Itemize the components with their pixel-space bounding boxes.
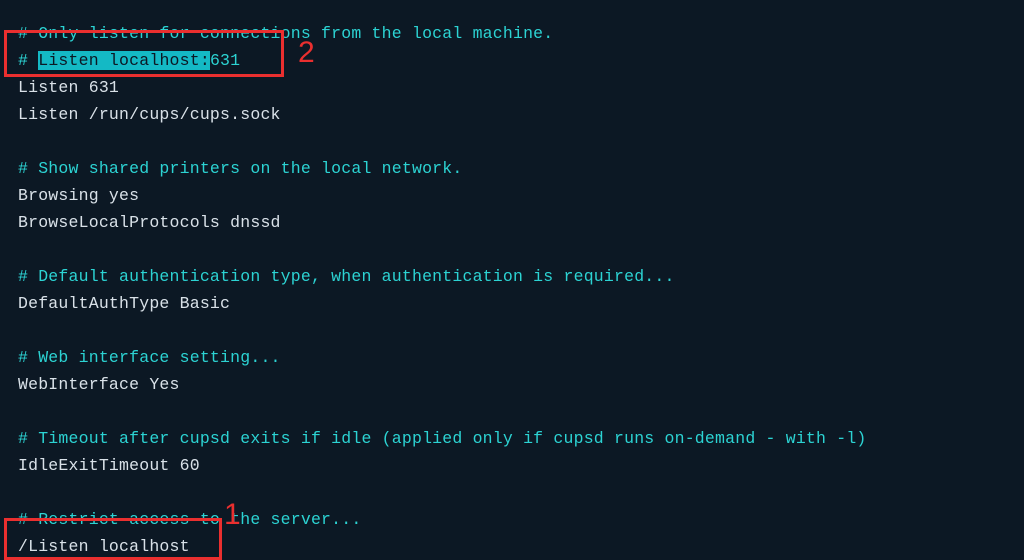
code-line-blank[interactable] [18, 236, 1006, 263]
config-directive: Listen /run/cups/cups.sock [18, 105, 281, 124]
code-line-blank[interactable] [18, 317, 1006, 344]
code-line[interactable]: # Default authentication type, when auth… [18, 263, 1006, 290]
code-line[interactable]: Listen 631 [18, 74, 1006, 101]
config-comment: # Restrict access to the server... [18, 510, 361, 529]
search-text: /Listen localhost [18, 537, 190, 556]
code-line[interactable]: Browsing yes [18, 182, 1006, 209]
code-line[interactable]: # Show shared printers on the local netw… [18, 155, 1006, 182]
config-comment: # Web interface setting... [18, 348, 281, 367]
code-line[interactable]: # Restrict access to the server... [18, 506, 1006, 533]
code-line[interactable]: BrowseLocalProtocols dnssd [18, 209, 1006, 236]
config-comment: # Timeout after cupsd exits if idle (app… [18, 429, 867, 448]
code-line[interactable]: DefaultAuthType Basic [18, 290, 1006, 317]
comment-rest: 631 [210, 51, 240, 70]
text-selection[interactable]: Listen localhost: [38, 51, 210, 70]
code-line[interactable]: IdleExitTimeout 60 [18, 452, 1006, 479]
config-directive: IdleExitTimeout 60 [18, 456, 200, 475]
config-directive: DefaultAuthType Basic [18, 294, 230, 313]
code-line-blank[interactable] [18, 479, 1006, 506]
config-comment: # Default authentication type, when auth… [18, 267, 675, 286]
code-line[interactable]: # Web interface setting... [18, 344, 1006, 371]
code-line[interactable]: WebInterface Yes [18, 371, 1006, 398]
code-line-blank[interactable] [18, 398, 1006, 425]
code-line[interactable]: # Timeout after cupsd exits if idle (app… [18, 425, 1006, 452]
config-directive: WebInterface Yes [18, 375, 180, 394]
code-line-blank[interactable] [18, 128, 1006, 155]
config-comment: # Only listen for connections from the l… [18, 24, 553, 43]
search-command-line[interactable]: /Listen localhost [18, 533, 1006, 560]
code-line[interactable]: # Listen localhost:631 [18, 47, 1006, 74]
config-directive: Browsing yes [18, 186, 139, 205]
config-directive: Listen 631 [18, 78, 119, 97]
code-line[interactable]: Listen /run/cups/cups.sock [18, 101, 1006, 128]
config-comment: # Show shared printers on the local netw… [18, 159, 462, 178]
editor-viewport[interactable]: # Only listen for connections from the l… [0, 0, 1024, 560]
comment-hash: # [18, 51, 38, 70]
code-line[interactable]: # Only listen for connections from the l… [18, 20, 1006, 47]
config-directive: BrowseLocalProtocols dnssd [18, 213, 281, 232]
